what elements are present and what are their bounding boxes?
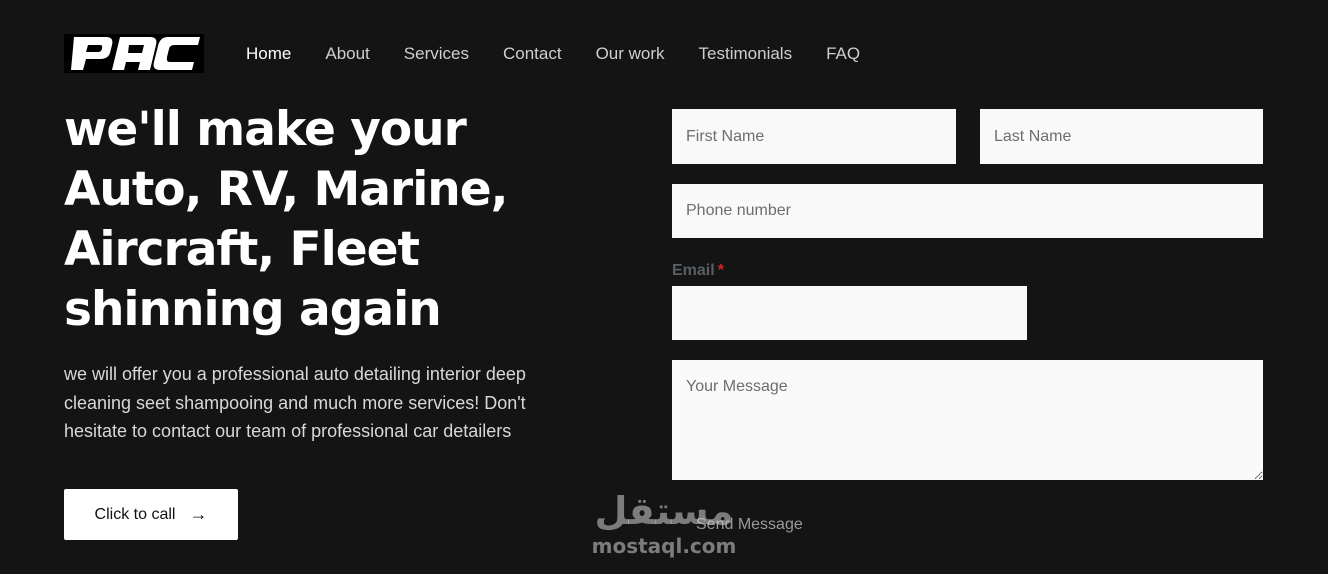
nav-item-contact[interactable]: Contact <box>503 44 562 64</box>
last-name-input[interactable] <box>980 109 1263 164</box>
watermark: مستقل mostaql.com <box>588 488 740 564</box>
pac-logo[interactable] <box>64 34 204 73</box>
hero-title-line: Auto, RV, Marine, <box>64 162 508 217</box>
nav-item-testimonials[interactable]: Testimonials <box>699 44 793 64</box>
call-button-label: Click to call <box>94 505 176 523</box>
email-input[interactable] <box>672 286 1027 340</box>
email-label-text: Email <box>672 262 715 279</box>
nav-item-home[interactable]: Home <box>246 44 291 64</box>
hero-title-line: we'll make your <box>64 102 467 157</box>
phone-input[interactable] <box>672 184 1263 238</box>
message-textarea[interactable] <box>672 360 1263 480</box>
nav-item-faq[interactable]: FAQ <box>826 44 860 64</box>
hero-title: we'll make your Auto, RV, Marine, Aircra… <box>64 100 584 340</box>
nav-item-our-work[interactable]: Our work <box>596 44 665 64</box>
watermark-arabic: مستقل <box>594 489 734 533</box>
click-to-call-button[interactable]: Click to call → <box>64 489 238 540</box>
hero-title-line: Aircraft, Fleet <box>64 222 420 277</box>
hero-title-line: shinning again <box>64 282 442 337</box>
email-label: Email * <box>672 262 724 280</box>
first-name-input[interactable] <box>672 109 956 164</box>
arrow-right-icon: → <box>189 504 208 524</box>
hero-description: we will offer you a professional auto de… <box>64 364 526 442</box>
required-asterisk: * <box>717 262 724 279</box>
nav-item-about[interactable]: About <box>325 44 369 64</box>
nav-item-services[interactable]: Services <box>404 44 469 64</box>
watermark-latin: mostaql.com <box>591 534 737 558</box>
main-nav: Home About Services Contact Our work Tes… <box>246 44 894 64</box>
